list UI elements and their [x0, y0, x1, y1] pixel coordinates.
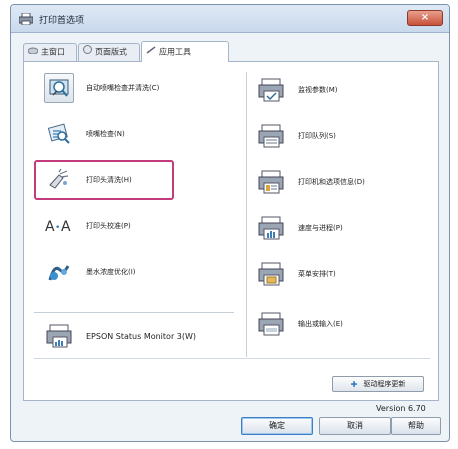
- title-bar: 打印首选项 ×: [11, 5, 449, 33]
- utility-panel: 自动喷嘴检查并清洗(C) 喷嘴检查(N) 打印头清洗(H) A • A 打印头校准(…: [23, 61, 439, 413]
- main-window-icon: [27, 44, 39, 60]
- version-label: Version 6.70: [376, 404, 426, 413]
- menu-arrangement-item[interactable]: 菜单安排(T): [256, 258, 336, 290]
- update-icon: ✚: [350, 379, 358, 389]
- nozzle-check-item[interactable]: 喷嘴检查(N): [44, 118, 125, 150]
- ok-button[interactable]: 确定: [241, 417, 313, 435]
- printer-info-icon: [256, 167, 286, 197]
- menu-arrangement-icon: [256, 259, 286, 289]
- export-import-icon: [256, 309, 286, 339]
- driver-update-button[interactable]: ✚ 驱动程序更新: [332, 376, 424, 392]
- head-cleaning-item[interactable]: 打印头清洗(H): [44, 164, 132, 196]
- help-button[interactable]: 帮助: [391, 417, 441, 435]
- tab-page-layout[interactable]: 页面版式: [78, 43, 140, 61]
- auto-nozzle-check-icon: [44, 73, 74, 103]
- status-monitor-icon: [44, 321, 74, 351]
- head-alignment-icon: A • A: [44, 211, 78, 241]
- bottom-separator: [34, 358, 430, 359]
- monitoring-preferences-icon: [256, 75, 286, 105]
- speed-progress-icon: [256, 213, 286, 243]
- printer-info-item[interactable]: 打印机和选项信息(D): [256, 166, 365, 198]
- utility-tools-icon: [146, 42, 156, 62]
- print-queue-item[interactable]: 打印队列(S): [256, 120, 336, 152]
- head-cleaning-icon: [44, 165, 74, 195]
- monitoring-preferences-item[interactable]: 监视参数(M): [256, 74, 338, 106]
- page-layout-icon: [83, 44, 92, 60]
- status-monitor-item[interactable]: EPSON Status Monitor 3(W): [44, 320, 196, 352]
- speed-progress-item[interactable]: 速度与进程(P): [256, 212, 343, 244]
- close-button[interactable]: ×: [407, 10, 443, 26]
- column-separator: [246, 72, 247, 357]
- printing-preferences-window: 打印首选项 × 主窗口 页面版式 应用工具 自动喷嘴检查并清洗(C) 喷嘴检查(…: [10, 4, 450, 442]
- nozzle-check-icon: [44, 119, 74, 149]
- print-queue-icon: [256, 121, 286, 151]
- window-title: 打印首选项: [39, 16, 85, 26]
- svg-text:A: A: [45, 219, 55, 235]
- cancel-button[interactable]: 取消: [319, 417, 391, 435]
- tab-utility[interactable]: 应用工具: [141, 41, 229, 62]
- auto-nozzle-check-item[interactable]: 自动喷嘴检查并清洗(C): [44, 72, 159, 104]
- svg-text:•: •: [55, 223, 60, 233]
- ink-density-item[interactable]: 墨水浓度优化(I): [44, 256, 136, 288]
- svg-text:A: A: [61, 219, 71, 235]
- ink-density-icon: [44, 257, 74, 287]
- printer-icon: [18, 12, 34, 26]
- tab-main-window[interactable]: 主窗口: [23, 43, 77, 61]
- head-alignment-item[interactable]: A • A 打印头校准(P): [44, 210, 131, 242]
- export-import-item[interactable]: 输出或输入(E): [256, 308, 343, 340]
- left-separator: [34, 312, 234, 313]
